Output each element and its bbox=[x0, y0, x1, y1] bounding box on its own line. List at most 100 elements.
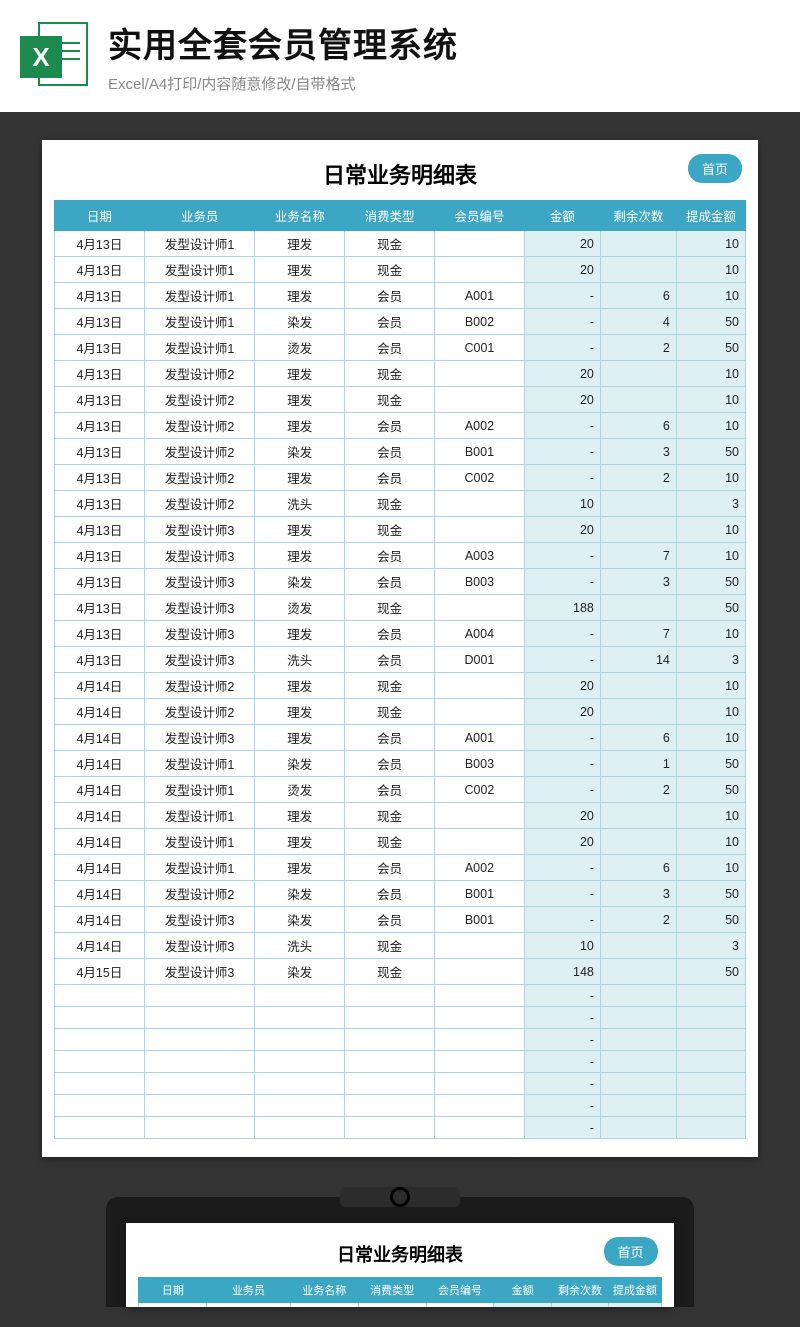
table-cell[interactable]: 理发 bbox=[255, 257, 345, 283]
table-cell[interactable]: 染发 bbox=[255, 881, 345, 907]
table-cell[interactable]: 3 bbox=[600, 439, 676, 465]
table-cell[interactable] bbox=[55, 985, 145, 1007]
table-cell[interactable] bbox=[600, 933, 676, 959]
table-cell[interactable]: 发型设计师3 bbox=[144, 595, 255, 621]
table-cell[interactable]: 50 bbox=[676, 777, 745, 803]
table-cell[interactable]: 4月13日 bbox=[55, 491, 145, 517]
table-cell[interactable]: 3 bbox=[600, 569, 676, 595]
table-cell[interactable]: A003 bbox=[435, 543, 525, 569]
table-cell[interactable] bbox=[435, 959, 525, 985]
table-cell[interactable] bbox=[345, 1095, 435, 1117]
table-cell[interactable] bbox=[345, 985, 435, 1007]
table-cell[interactable] bbox=[600, 387, 676, 413]
table-cell[interactable]: 理发 bbox=[255, 413, 345, 439]
table-cell[interactable]: 4月15日 bbox=[55, 959, 145, 985]
table-cell[interactable]: 理发 bbox=[255, 803, 345, 829]
table-cell[interactable]: 20 bbox=[494, 1303, 551, 1308]
table-cell[interactable]: 现金 bbox=[345, 231, 435, 257]
table-cell[interactable] bbox=[255, 1029, 345, 1051]
table-cell[interactable] bbox=[345, 1029, 435, 1051]
table-cell[interactable]: 理发 bbox=[255, 855, 345, 881]
table-cell[interactable]: 2 bbox=[600, 465, 676, 491]
table-cell[interactable]: 1 bbox=[600, 751, 676, 777]
table-cell[interactable]: 理发 bbox=[255, 673, 345, 699]
table-cell[interactable]: 4月13日 bbox=[55, 335, 145, 361]
table-cell[interactable]: 会员 bbox=[345, 569, 435, 595]
table-cell[interactable]: - bbox=[524, 647, 600, 673]
table-cell[interactable]: 理发 bbox=[255, 231, 345, 257]
table-cell[interactable]: - bbox=[524, 283, 600, 309]
table-cell[interactable] bbox=[676, 1117, 745, 1139]
table-cell[interactable] bbox=[435, 985, 525, 1007]
table-cell[interactable] bbox=[435, 257, 525, 283]
table-cell[interactable] bbox=[255, 1073, 345, 1095]
table-cell[interactable]: 4月13日 bbox=[55, 387, 145, 413]
table-cell[interactable]: 现金 bbox=[345, 959, 435, 985]
table-cell[interactable]: 染发 bbox=[255, 439, 345, 465]
table-cell[interactable]: 发型设计师2 bbox=[144, 387, 255, 413]
table-cell[interactable]: 发型设计师1 bbox=[144, 283, 255, 309]
table-cell[interactable]: 发型设计师1 bbox=[144, 751, 255, 777]
table-cell[interactable] bbox=[676, 1007, 745, 1029]
table-cell[interactable]: 20 bbox=[524, 699, 600, 725]
table-cell[interactable]: 会员 bbox=[345, 309, 435, 335]
table-cell[interactable]: 会员 bbox=[345, 725, 435, 751]
home-button[interactable]: 首页 bbox=[688, 154, 742, 183]
table-cell[interactable]: 染发 bbox=[255, 907, 345, 933]
table-cell[interactable] bbox=[55, 1073, 145, 1095]
table-cell[interactable]: 发型设计师1 bbox=[144, 855, 255, 881]
table-cell[interactable]: 会员 bbox=[345, 465, 435, 491]
table-cell[interactable]: - bbox=[524, 1051, 600, 1073]
table-cell[interactable]: 4月14日 bbox=[55, 673, 145, 699]
table-cell[interactable]: 会员 bbox=[345, 543, 435, 569]
table-cell[interactable]: 现金 bbox=[345, 257, 435, 283]
table-cell[interactable]: 4月14日 bbox=[55, 803, 145, 829]
table-cell[interactable] bbox=[345, 1073, 435, 1095]
table-cell[interactable]: 4月14日 bbox=[55, 699, 145, 725]
table-cell[interactable]: 4月14日 bbox=[55, 777, 145, 803]
table-cell[interactable]: 会员 bbox=[345, 881, 435, 907]
table-cell[interactable]: 10 bbox=[676, 231, 745, 257]
table-cell[interactable]: 20 bbox=[524, 829, 600, 855]
table-cell[interactable] bbox=[435, 673, 525, 699]
table-cell[interactable]: 烫发 bbox=[255, 777, 345, 803]
home-button[interactable]: 首页 bbox=[604, 1237, 658, 1266]
table-cell[interactable]: 发型设计师1 bbox=[144, 231, 255, 257]
table-cell[interactable]: 148 bbox=[524, 959, 600, 985]
table-cell[interactable] bbox=[676, 1073, 745, 1095]
table-cell[interactable] bbox=[435, 1117, 525, 1139]
table-cell[interactable]: 10 bbox=[676, 673, 745, 699]
table-cell[interactable]: 10 bbox=[676, 283, 745, 309]
table-cell[interactable]: 发型设计师3 bbox=[144, 569, 255, 595]
table-cell[interactable]: - bbox=[524, 777, 600, 803]
table-cell[interactable] bbox=[600, 803, 676, 829]
table-cell[interactable]: 发型设计师2 bbox=[144, 881, 255, 907]
table-cell[interactable]: 20 bbox=[524, 517, 600, 543]
table-cell[interactable] bbox=[676, 1029, 745, 1051]
table-cell[interactable]: 现金 bbox=[358, 1303, 426, 1308]
table-cell[interactable]: 50 bbox=[676, 907, 745, 933]
table-cell[interactable]: 烫发 bbox=[255, 335, 345, 361]
table-cell[interactable]: B001 bbox=[435, 881, 525, 907]
table-cell[interactable]: 洗头 bbox=[255, 933, 345, 959]
table-cell[interactable] bbox=[435, 699, 525, 725]
table-cell[interactable]: A001 bbox=[435, 725, 525, 751]
table-cell[interactable] bbox=[345, 1007, 435, 1029]
table-cell[interactable]: 发型设计师1 bbox=[207, 1303, 291, 1308]
table-cell[interactable]: - bbox=[524, 725, 600, 751]
table-cell[interactable]: 发型设计师2 bbox=[144, 413, 255, 439]
table-cell[interactable]: 50 bbox=[676, 881, 745, 907]
table-cell[interactable] bbox=[600, 673, 676, 699]
table-cell[interactable]: 发型设计师1 bbox=[144, 335, 255, 361]
table-cell[interactable] bbox=[144, 985, 255, 1007]
table-cell[interactable]: - bbox=[524, 413, 600, 439]
table-cell[interactable]: - bbox=[524, 907, 600, 933]
table-cell[interactable]: 洗头 bbox=[255, 647, 345, 673]
table-cell[interactable]: 发型设计师3 bbox=[144, 959, 255, 985]
table-cell[interactable]: 50 bbox=[676, 335, 745, 361]
table-cell[interactable]: - bbox=[524, 751, 600, 777]
table-cell[interactable]: B003 bbox=[435, 751, 525, 777]
table-cell[interactable] bbox=[600, 1073, 676, 1095]
table-cell[interactable] bbox=[435, 231, 525, 257]
table-cell[interactable] bbox=[55, 1029, 145, 1051]
